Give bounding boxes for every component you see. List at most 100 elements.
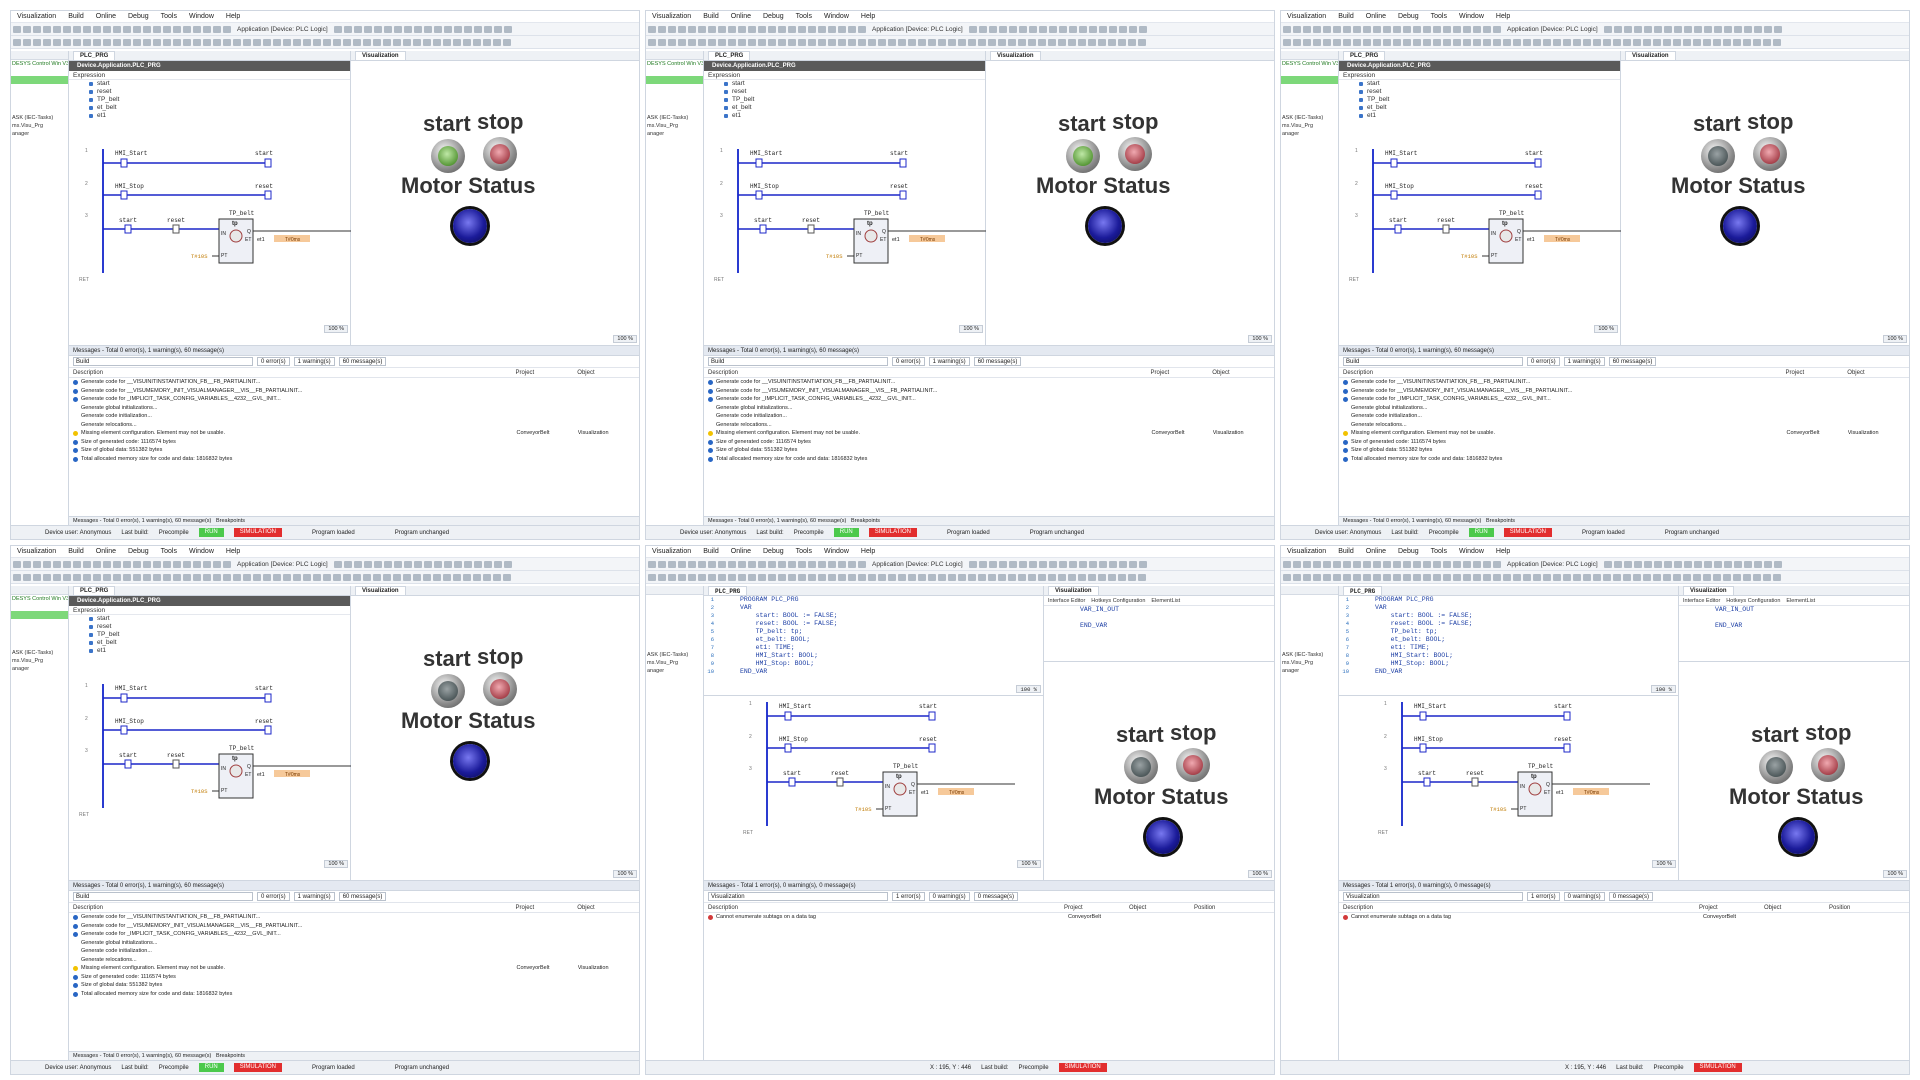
tree-item[interactable]: anager [11, 665, 68, 673]
toolbar-icon[interactable] [1573, 573, 1581, 581]
message-row[interactable]: Generate relocations... [704, 421, 1274, 430]
device-title[interactable]: DESYS Control Win V3 [11, 595, 68, 603]
toolbar-icon[interactable] [203, 25, 211, 33]
stop-button[interactable] [1811, 748, 1845, 782]
toolbar-icon[interactable] [1138, 25, 1147, 33]
watch-variable[interactable]: reset [69, 88, 350, 96]
toolbar-icon[interactable] [798, 25, 806, 33]
toolbar-icon[interactable] [748, 573, 756, 581]
messages-filter[interactable]: 60 message(s) [338, 892, 387, 901]
toolbar-icon[interactable] [413, 25, 422, 33]
menu-item[interactable]: Help [855, 548, 881, 555]
toolbar-icon[interactable] [1313, 560, 1321, 568]
toolbar-icon[interactable] [223, 25, 231, 33]
message-row[interactable]: Generate code for __VISUMEMORY_INIT_VISU… [69, 922, 639, 931]
toolbar-icon[interactable] [1008, 560, 1017, 568]
toolbar-icon[interactable] [1503, 38, 1511, 46]
toolbar-icon[interactable] [273, 38, 281, 46]
toolbar-icon[interactable] [1048, 560, 1057, 568]
toolbar-icon[interactable] [203, 573, 211, 581]
stop-button[interactable] [1753, 137, 1787, 171]
toolbar-icon[interactable] [868, 573, 876, 581]
zoom-control[interactable]: 100 % [1883, 870, 1907, 878]
toolbar-icon[interactable] [373, 560, 382, 568]
toolbar-icon[interactable] [333, 560, 342, 568]
toolbar-icon[interactable] [33, 38, 41, 46]
toolbar-icon[interactable] [223, 560, 231, 568]
toolbar-icon[interactable] [1663, 573, 1671, 581]
toolbar-icon[interactable] [948, 38, 956, 46]
toolbar-icon[interactable] [1383, 560, 1391, 568]
toolbar-icon[interactable] [193, 573, 201, 581]
menu-item[interactable]: Visualization [646, 548, 697, 555]
toolbar-icon[interactable] [718, 25, 726, 33]
toolbar-icon[interactable] [63, 560, 71, 568]
start-button[interactable] [431, 139, 465, 173]
toolbar-icon[interactable] [423, 560, 432, 568]
toolbar-icon[interactable] [1433, 25, 1441, 33]
toolbar-icon[interactable] [1593, 573, 1601, 581]
toolbar-icon[interactable] [1513, 573, 1521, 581]
toolbar-icon[interactable] [473, 25, 482, 33]
menu-item[interactable]: Build [1332, 548, 1360, 555]
toolbar-icon[interactable] [1078, 25, 1087, 33]
toolbar-icon[interactable] [363, 573, 371, 581]
toolbar-icon[interactable] [728, 38, 736, 46]
message-row[interactable]: Total allocated memory size for code and… [69, 455, 639, 464]
toolbar-icon[interactable] [1058, 573, 1066, 581]
toolbar-icon[interactable] [928, 573, 936, 581]
toolbar-icon[interactable] [968, 25, 977, 33]
toolbar-icon[interactable] [668, 560, 676, 568]
toolbar-icon[interactable] [808, 38, 816, 46]
toolbar-icon[interactable] [878, 573, 886, 581]
toolbar-icon[interactable] [1713, 38, 1721, 46]
code-line[interactable]: et_belt: BOOL; [1375, 636, 1473, 644]
toolbar-icon[interactable] [83, 38, 91, 46]
toolbar-icon[interactable] [1098, 38, 1106, 46]
toolbar-icon[interactable] [748, 560, 756, 568]
messages-filter[interactable]: 0 message(s) [1608, 892, 1654, 901]
toolbar-icon[interactable] [1403, 38, 1411, 46]
message-row[interactable]: Generate code for __VISUINITINSTANTIATIO… [69, 378, 639, 387]
menu-item[interactable]: Window [1453, 548, 1490, 555]
message-row[interactable]: Generate code for _IMPLICIT_TASK_CONFIG_… [704, 395, 1274, 404]
toolbar-icon[interactable] [473, 38, 481, 46]
message-source-select[interactable]: Build [73, 357, 253, 366]
message-row[interactable]: Size of global data: 551382 bytes [69, 981, 639, 990]
watch-variable[interactable]: et1 [1339, 112, 1620, 120]
tree-item[interactable]: anager [646, 667, 703, 675]
toolbar-icon[interactable] [1673, 573, 1681, 581]
toolbar-icon[interactable] [433, 25, 442, 33]
toolbar-icon[interactable] [1393, 38, 1401, 46]
toolbar-icon[interactable] [1773, 573, 1781, 581]
toolbar-icon[interactable] [1473, 25, 1481, 33]
toolbar-icon[interactable] [203, 560, 211, 568]
tab-plc-prg[interactable]: PLC_PRG [1343, 51, 1386, 60]
toolbar-icon[interactable] [1513, 38, 1521, 46]
zoom-control[interactable]: 100 % [1016, 685, 1041, 693]
application-selector[interactable]: Application [Device: PLC Logic] [1503, 26, 1602, 33]
menu-item[interactable]: Tools [155, 548, 183, 555]
toolbar-icon[interactable] [1128, 25, 1137, 33]
toolbar-icon[interactable] [343, 25, 352, 33]
toolbar-icon[interactable] [658, 573, 666, 581]
toolbar-icon[interactable] [1018, 38, 1026, 46]
toolbar-icon[interactable] [1633, 38, 1641, 46]
menu-item[interactable]: Visualization [11, 13, 62, 20]
toolbar-icon[interactable] [1443, 25, 1451, 33]
toolbar-icon[interactable] [453, 25, 462, 33]
message-source-select[interactable]: Build [1343, 357, 1523, 366]
tree-item[interactable]: ASK (IEC-Tasks) [646, 114, 703, 122]
toolbar-icon[interactable] [1633, 25, 1642, 33]
toolbar-icon[interactable] [1663, 38, 1671, 46]
toolbar-icon[interactable] [143, 573, 151, 581]
toolbar-icon[interactable] [73, 25, 81, 33]
watch-variable[interactable]: start [69, 80, 350, 88]
message-row[interactable]: Generate code for __VISUMEMORY_INIT_VISU… [704, 387, 1274, 396]
device-title[interactable]: DESYS Control Win V3 [11, 60, 68, 68]
message-row[interactable]: Size of global data: 551382 bytes [69, 446, 639, 455]
toolbar-icon[interactable] [273, 573, 281, 581]
toolbar-icon[interactable] [1393, 25, 1401, 33]
stop-button[interactable] [483, 672, 517, 706]
toolbar-icon[interactable] [1108, 560, 1117, 568]
